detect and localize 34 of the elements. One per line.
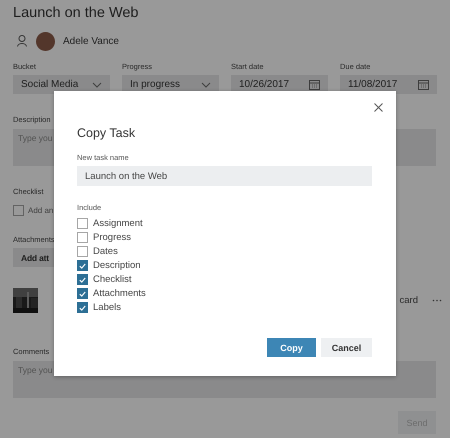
checkbox-label: Attachments [93,288,146,299]
checkbox-label: Labels [93,302,121,313]
checkbox-label: Progress [93,232,132,243]
checkbox[interactable] [77,246,88,257]
dialog-title: Copy Task [77,126,136,141]
close-icon[interactable] [374,103,383,112]
copy-button[interactable]: Copy [267,338,316,357]
cancel-button[interactable]: Cancel [321,338,372,357]
calendar-icon [418,80,429,90]
chevron-down-icon [201,82,211,88]
attachment-option[interactable]: card [400,294,418,306]
checkbox[interactable] [13,204,24,216]
checkbox[interactable] [77,288,88,299]
assignee-name: Adele Vance [63,36,119,46]
chevron-down-icon [92,82,102,88]
task-name-field[interactable]: Launch on the Web [77,166,372,186]
checkbox[interactable] [77,260,88,271]
checkbox[interactable] [77,302,88,313]
checklist-item-field[interactable]: Add an [28,206,53,214]
checkbox[interactable] [77,232,88,243]
calendar-icon [309,80,320,90]
avatar [36,32,55,50]
add-attachment-button[interactable]: Add att [13,248,54,267]
checkbox-label: Description [93,260,141,271]
date-field[interactable]: 11/08/2017 [340,75,437,94]
more-icon[interactable] [432,298,442,302]
checkbox-label: Dates [93,246,118,257]
checkbox[interactable] [77,274,88,285]
checkbox-label: Checklist [93,274,132,285]
checkbox-label: Assignment [93,218,143,229]
dropdown-field[interactable]: Social Media [13,75,110,94]
person-icon[interactable] [17,35,28,47]
checkbox[interactable] [77,218,88,229]
task-title: Launch on the Web [13,4,140,22]
